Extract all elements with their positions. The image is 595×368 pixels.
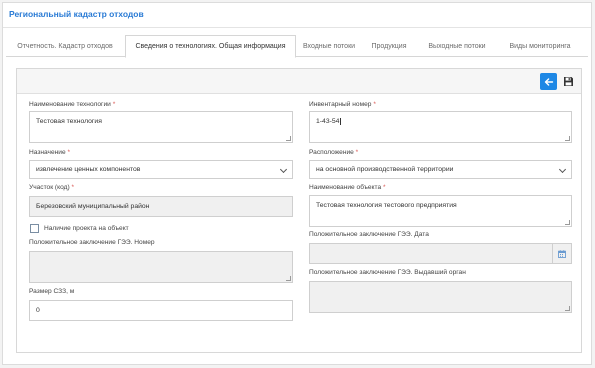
object-name-field[interactable]: Тестовая технология тестового предприяти… bbox=[309, 195, 572, 227]
district-label: Участок (код) * bbox=[29, 184, 75, 191]
technology-name-value: Тестовая технология bbox=[36, 118, 102, 125]
szz-input[interactable]: 0 bbox=[29, 300, 293, 321]
tab-products[interactable]: Продукция bbox=[364, 35, 414, 57]
object-name-value: Тестовая технология тестового предприяти… bbox=[316, 202, 457, 209]
location-value: на основной производственной территории bbox=[316, 166, 454, 173]
technology-name-label: Наименование технологии * bbox=[29, 101, 116, 108]
panel-toolbar bbox=[17, 69, 581, 94]
divider bbox=[3, 27, 591, 28]
gee-org-field bbox=[309, 281, 572, 313]
location-select[interactable]: на основной производственной территории bbox=[309, 160, 572, 179]
arrow-left-icon bbox=[544, 77, 553, 86]
inventory-field[interactable]: 1-43-54 bbox=[309, 111, 572, 143]
object-name-label: Наименование объекта * bbox=[309, 184, 386, 191]
gee-org-label: Положительное заключение ГЭЭ. Выдавший о… bbox=[309, 269, 466, 276]
tab-waste-cadastre[interactable]: Отчетность. Кадастр отходов bbox=[6, 35, 124, 57]
project-label: Наличие проекта на объект bbox=[44, 225, 129, 232]
calendar-button[interactable] bbox=[553, 243, 572, 264]
inventory-value: 1-43-54 bbox=[316, 118, 340, 125]
gee-date-input[interactable] bbox=[309, 243, 553, 264]
purpose-select[interactable]: извлечение ценных компонентов bbox=[29, 160, 293, 179]
tab-technology-info[interactable]: Сведения о технологиях. Общая информация bbox=[125, 35, 296, 58]
technology-name-field[interactable]: Тестовая технология bbox=[29, 111, 293, 143]
chevron-down-icon bbox=[558, 165, 567, 173]
text-cursor bbox=[340, 118, 342, 125]
tab-monitoring-types[interactable]: Виды мониторинга bbox=[498, 35, 582, 57]
tab-output-flows[interactable]: Выходные потоки bbox=[420, 35, 494, 57]
app-title: Региональный кадастр отходов bbox=[9, 9, 144, 19]
district-field: Березовский муниципальный район bbox=[29, 196, 293, 217]
szz-label: Размер СЗЗ, м bbox=[29, 288, 75, 295]
chevron-down-icon bbox=[279, 165, 288, 173]
save-button[interactable] bbox=[560, 73, 577, 90]
project-checkbox[interactable] bbox=[30, 224, 39, 233]
calendar-icon bbox=[558, 249, 566, 258]
back-button[interactable] bbox=[540, 73, 557, 90]
gee-date-label: Положительное заключение ГЭЭ. Дата bbox=[309, 231, 429, 238]
purpose-label: Назначение * bbox=[29, 149, 71, 156]
szz-value: 0 bbox=[36, 307, 40, 314]
form-panel: Наименование технологии * Тестовая техно… bbox=[16, 68, 582, 353]
purpose-value: извлечение ценных компонентов bbox=[36, 166, 141, 173]
app-window: Региональный кадастр отходов Отчетность.… bbox=[2, 2, 592, 365]
tab-input-flows[interactable]: Входные потоки bbox=[297, 35, 361, 57]
tab-bar: Отчетность. Кадастр отходов Сведения о т… bbox=[6, 35, 588, 58]
district-value: Березовский муниципальный район bbox=[36, 203, 150, 210]
inventory-label: Инвентарный номер * bbox=[309, 101, 376, 108]
floppy-disk-icon bbox=[564, 77, 573, 86]
gee-number-field bbox=[29, 251, 293, 283]
gee-number-label: Положительное заключение ГЭЭ. Номер bbox=[29, 239, 155, 246]
location-label: Расположение * bbox=[309, 149, 359, 156]
